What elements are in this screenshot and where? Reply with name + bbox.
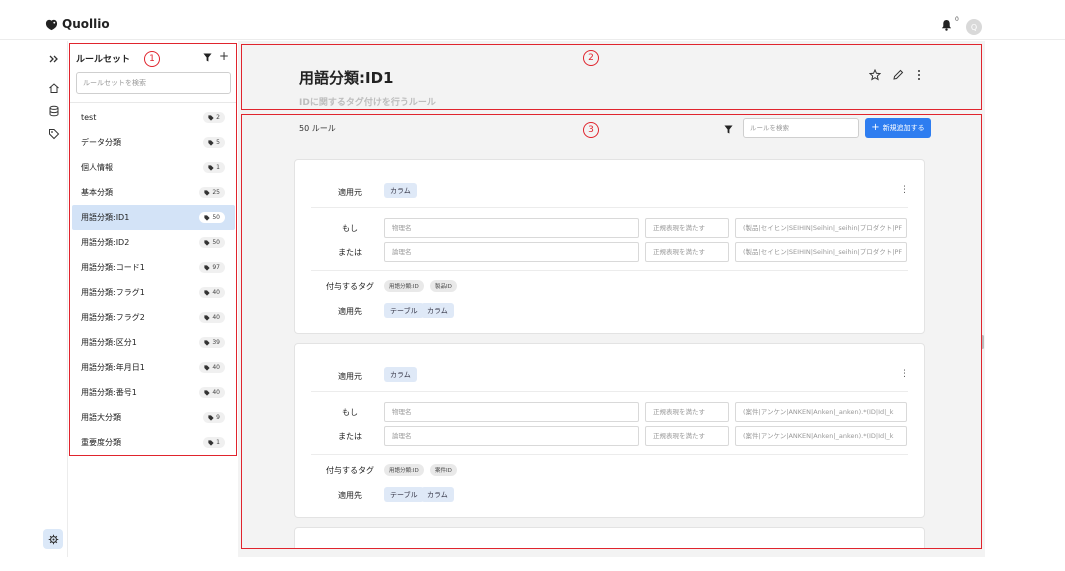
annotation-number-2: 2 xyxy=(583,50,599,66)
annotation-number-3: 3 xyxy=(583,122,599,138)
avatar[interactable]: Q xyxy=(966,19,982,35)
notification-count: 0 xyxy=(955,16,959,23)
database-icon[interactable] xyxy=(46,103,62,119)
tag-icon[interactable] xyxy=(46,126,62,142)
nav-rail xyxy=(40,41,68,557)
settings-button[interactable] xyxy=(43,529,63,549)
home-icon[interactable] xyxy=(46,80,62,96)
annotation-box-2 xyxy=(241,44,982,110)
expand-icon[interactable] xyxy=(46,51,62,67)
app-logo[interactable]: Quollio xyxy=(44,17,110,31)
app-name: Quollio xyxy=(62,17,110,31)
top-bar: Quollio 0 Q xyxy=(0,0,1065,40)
annotation-box-3 xyxy=(241,114,982,549)
annotation-number-1: 1 xyxy=(144,51,160,67)
quollio-logo-icon xyxy=(45,19,58,30)
annotation-box-1 xyxy=(69,43,237,456)
bell-icon[interactable] xyxy=(941,19,952,31)
gear-icon xyxy=(48,534,58,544)
